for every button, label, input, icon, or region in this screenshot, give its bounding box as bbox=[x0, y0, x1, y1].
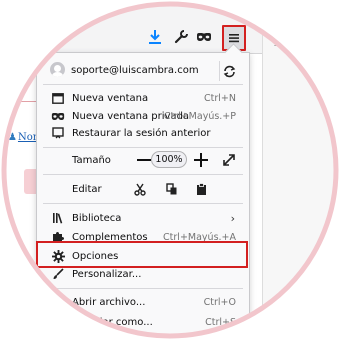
menu-item-label: Nueva ventana bbox=[72, 92, 149, 104]
zoom-in-button[interactable] bbox=[194, 153, 208, 167]
menu-item-restore-session[interactable]: Restaurar la sesión anterior bbox=[37, 123, 249, 143]
window-icon bbox=[51, 91, 65, 105]
menu-separator bbox=[43, 288, 243, 289]
zoom-controls: Tamaño 100% bbox=[37, 150, 249, 170]
download-button[interactable] bbox=[144, 26, 166, 48]
menu-separator bbox=[43, 174, 243, 175]
edit-controls: Editar bbox=[37, 179, 249, 199]
zoom-label: Tamaño bbox=[72, 154, 111, 166]
edit-label: Editar bbox=[72, 183, 102, 195]
menu-separator bbox=[43, 84, 243, 85]
menu-item-save-as[interactable]: Guardar como... Ctrl+S bbox=[37, 312, 249, 332]
copy-icon bbox=[166, 182, 177, 194]
avatar-icon bbox=[50, 62, 65, 77]
library-icon bbox=[51, 211, 65, 225]
zoom-out-button[interactable] bbox=[137, 159, 151, 161]
sync-icon bbox=[223, 65, 236, 77]
options-highlight-box bbox=[36, 241, 248, 268]
private-browsing-button[interactable] bbox=[193, 26, 215, 48]
menu-item-label: Restaurar la sesión anterior bbox=[72, 127, 211, 139]
zoom-reset-button[interactable]: 100% bbox=[151, 151, 187, 168]
chevron-right-icon: › bbox=[230, 211, 235, 225]
download-arrow-icon bbox=[149, 30, 161, 44]
hamburger-menu-icon bbox=[229, 34, 239, 43]
mask-icon bbox=[51, 109, 65, 123]
screenshot-stage: ♟Nombr V 1: bbox=[0, 0, 340, 340]
copy-button[interactable] bbox=[165, 182, 179, 196]
account-row[interactable]: soporte@luiscambra.com bbox=[37, 58, 249, 82]
scissors-icon bbox=[134, 183, 146, 196]
menu-item-label: Biblioteca bbox=[72, 212, 122, 224]
clipboard-icon bbox=[196, 182, 206, 195]
menu-item-label: Guardar como... bbox=[72, 316, 153, 328]
mask-icon bbox=[197, 33, 211, 41]
app-menu-panel: soporte@luiscambra.com Nueva ventana Ctr… bbox=[36, 52, 250, 340]
wrench-icon bbox=[174, 30, 188, 44]
menu-item-library[interactable]: Biblioteca › bbox=[37, 208, 249, 228]
developer-tools-button[interactable] bbox=[170, 26, 192, 48]
side-pane-code: 1: bbox=[273, 39, 284, 49]
sync-button[interactable] bbox=[219, 61, 239, 81]
menu-item-label: Abrir archivo... bbox=[72, 296, 146, 308]
cut-button[interactable] bbox=[133, 182, 147, 196]
person-icon: ♟ bbox=[8, 132, 17, 143]
menu-item-shortcut: Ctrl+S bbox=[205, 316, 236, 328]
menu-item-shortcut: Ctrl+N bbox=[204, 92, 236, 104]
menu-item-open-file[interactable]: Abrir archivo... Ctrl+O bbox=[37, 292, 249, 312]
fullscreen-button[interactable] bbox=[222, 153, 236, 167]
menu-item-label: Personalizar... bbox=[72, 268, 142, 280]
restore-icon bbox=[51, 126, 65, 140]
menu-item-shortcut: Ctrl+O bbox=[203, 296, 236, 308]
menu-item-shortcut: Ctrl+Mayús.+P bbox=[163, 110, 236, 122]
account-email: soporte@luiscambra.com bbox=[71, 64, 199, 76]
menu-separator bbox=[43, 147, 243, 148]
menu-separator bbox=[43, 203, 243, 204]
browser-toolbar bbox=[0, 0, 262, 54]
paintbrush-icon bbox=[51, 267, 65, 281]
menu-item-new-window[interactable]: Nueva ventana Ctrl+N bbox=[37, 88, 249, 108]
side-pane: 1: bbox=[262, 30, 340, 340]
fullscreen-icon bbox=[223, 154, 235, 166]
paste-button[interactable] bbox=[194, 182, 208, 196]
